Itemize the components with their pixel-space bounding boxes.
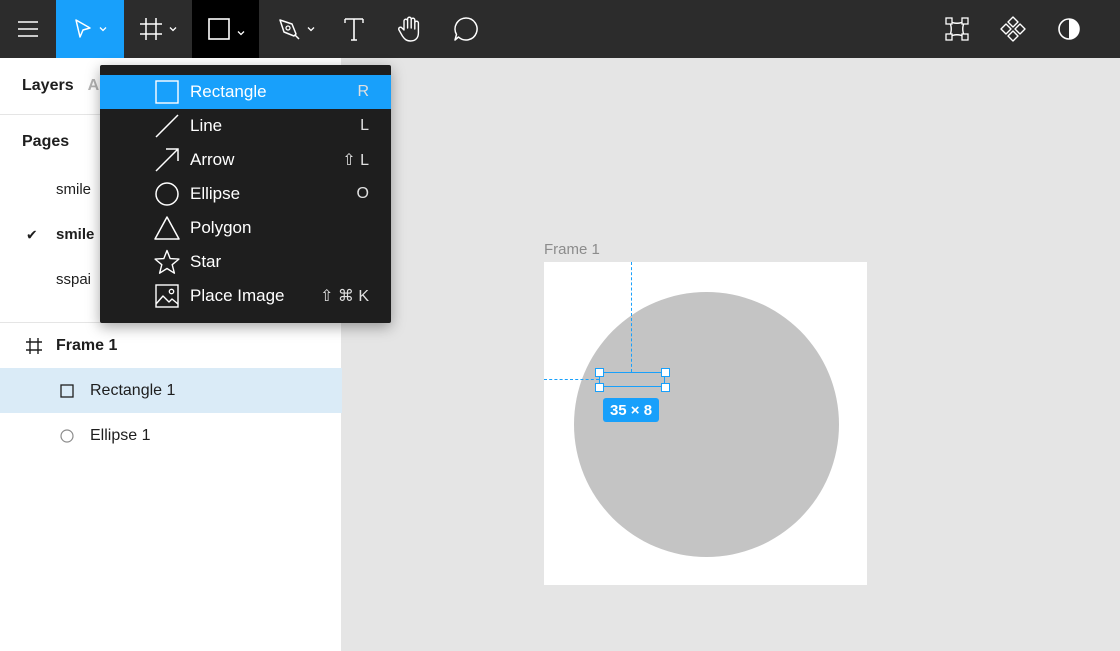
chevron-down-icon: [99, 27, 107, 32]
chevron-down-icon: [237, 31, 244, 36]
menu-item-label: Place Image: [190, 286, 285, 305]
main-menu-button[interactable]: [0, 0, 56, 58]
layer-label: Rectangle 1: [90, 381, 176, 399]
page-label: smile: [56, 226, 95, 243]
arrow-icon: [155, 148, 179, 172]
layer-row-ellipse[interactable]: Ellipse 1: [0, 413, 342, 458]
hamburger-icon: [18, 21, 38, 37]
menu-item-place-image[interactable]: Place Image ⇧ ⌘ K: [100, 279, 391, 313]
hand-icon: [398, 16, 420, 42]
menu-item-label: Ellipse: [190, 184, 241, 203]
menu-item-rectangle[interactable]: Rectangle R: [100, 75, 391, 109]
half-circle-contrast-icon: [1058, 18, 1080, 40]
cursor-arrow-icon: [75, 19, 91, 38]
size-badge: 35 × 8: [603, 398, 659, 422]
comment-tool-button[interactable]: [442, 0, 490, 58]
resize-handle-top-left[interactable]: [595, 368, 604, 377]
shape-tool-button[interactable]: [192, 0, 259, 58]
menu-item-label: Arrow: [190, 150, 235, 169]
rectangle-1-selection[interactable]: [599, 372, 665, 387]
shape-tools-menu: Rectangle R Line L Arrow ⇧ L Ellipse O P…: [100, 65, 391, 323]
rectangle-icon: [155, 80, 179, 104]
menu-item-shortcut: R: [357, 83, 369, 100]
measure-guide-vertical: [631, 262, 632, 372]
frame-hash-icon: [140, 18, 162, 40]
layer-row-frame[interactable]: Frame 1: [0, 323, 342, 368]
resize-handle-bottom-left[interactable]: [595, 383, 604, 392]
frame-hash-icon: [24, 336, 44, 356]
components-icon: [1000, 16, 1026, 42]
image-icon: [155, 284, 179, 308]
vector-nodes-icon: [945, 17, 969, 41]
ellipse-icon: [155, 182, 179, 206]
ellipse-icon: [59, 428, 75, 444]
menu-item-star[interactable]: Star: [100, 245, 391, 279]
menu-item-line[interactable]: Line L: [100, 109, 391, 143]
menu-item-label: Star: [190, 252, 222, 271]
layer-row-rectangle[interactable]: Rectangle 1: [0, 368, 342, 413]
edit-object-button[interactable]: [933, 0, 981, 58]
menu-item-shortcut: ⇧ L: [342, 152, 369, 169]
measure-guide-horizontal: [544, 379, 599, 380]
star-icon: [154, 249, 180, 274]
toolbar: [0, 0, 1120, 58]
checkmark-icon: ✔: [26, 226, 38, 242]
tab-assets[interactable]: A: [88, 77, 100, 95]
move-tool-button[interactable]: [56, 0, 124, 58]
tab-layers[interactable]: Layers: [22, 77, 74, 95]
appearance-button[interactable]: [1045, 0, 1093, 58]
chevron-down-icon: [307, 27, 315, 32]
menu-item-polygon[interactable]: Polygon: [100, 211, 391, 245]
menu-item-label: Polygon: [190, 218, 252, 237]
layer-label: Frame 1: [56, 336, 118, 354]
page-label: smile: [56, 181, 92, 198]
menu-item-label: Rectangle: [190, 82, 267, 101]
frame-tool-button[interactable]: [124, 0, 192, 58]
text-tool-button[interactable]: [330, 0, 378, 58]
pen-icon: [279, 19, 300, 40]
menu-item-shortcut: ⇧ ⌘ K: [320, 288, 369, 305]
resize-handle-bottom-right[interactable]: [661, 383, 670, 392]
hand-tool-button[interactable]: [386, 0, 434, 58]
components-button[interactable]: [989, 0, 1037, 58]
layer-label: Ellipse 1: [90, 426, 151, 444]
menu-item-ellipse[interactable]: Ellipse O: [100, 177, 391, 211]
menu-item-shortcut: O: [356, 185, 369, 202]
text-icon: [344, 18, 364, 41]
page-label: sspai: [56, 271, 92, 288]
line-icon: [155, 114, 179, 138]
frame-label[interactable]: Frame 1: [544, 241, 600, 258]
pages-title: Pages: [22, 133, 70, 150]
menu-item-label: Line: [190, 116, 223, 135]
menu-item-arrow[interactable]: Arrow ⇧ L: [100, 143, 391, 177]
menu-item-shortcut: L: [360, 117, 369, 134]
pen-tool-button[interactable]: [262, 0, 330, 58]
polygon-icon: [154, 216, 180, 240]
rectangle-icon: [59, 383, 75, 399]
ellipse-1[interactable]: [574, 292, 839, 557]
chevron-down-icon: [169, 27, 177, 32]
comment-icon: [454, 17, 478, 41]
resize-handle-top-right[interactable]: [661, 368, 670, 377]
rectangle-icon: [207, 18, 230, 40]
